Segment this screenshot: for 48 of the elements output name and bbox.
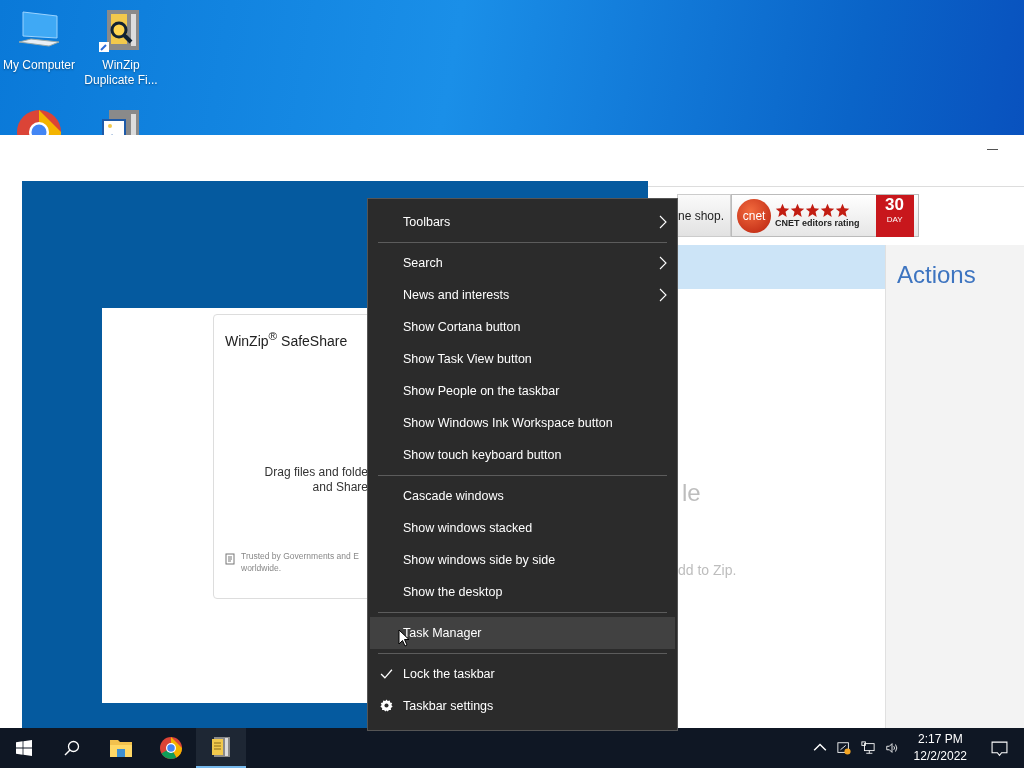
filled-star-icon <box>835 203 851 218</box>
menu-item[interactable]: Show windows side by side <box>370 544 675 576</box>
menu-item[interactable]: Task Manager <box>370 617 675 649</box>
drop-instruction: Drag files and folde <box>264 464 368 479</box>
menu-item[interactable]: Show Task View button <box>370 343 675 375</box>
rating-label: CNET editors rating <box>775 218 860 228</box>
faded-text: dd to Zip. <box>677 562 738 578</box>
menu-item[interactable]: News and interests <box>370 279 675 311</box>
zip-tray-icon[interactable] <box>836 741 851 755</box>
menu-item[interactable]: Show Windows Ink Workspace button <box>370 407 675 439</box>
trust-note: Trusted by Governments and E <box>241 549 359 562</box>
days-number: 30 <box>885 194 904 215</box>
notification-icon[interactable] <box>991 739 1008 757</box>
menu-item[interactable]: Show People on the taskbar <box>370 375 675 407</box>
filled-star-icon <box>775 203 791 218</box>
zip-archive-icon[interactable] <box>209 735 233 759</box>
actions-title: Actions <box>897 261 976 288</box>
menu-item[interactable]: Toolbars <box>370 206 675 238</box>
drop-instruction: and Share <box>312 479 368 494</box>
menu-item[interactable]: Search <box>370 247 675 279</box>
menu-item[interactable]: Cascade windows <box>370 480 675 512</box>
desktop-icon-label[interactable]: My Computer <box>0 58 78 73</box>
minimize-icon[interactable] <box>987 149 998 151</box>
menu-item[interactable]: Show windows stacked <box>370 512 675 544</box>
day-label: DAY <box>886 214 903 224</box>
chevron-right-icon <box>659 256 667 270</box>
trust-note: worldwide. <box>241 561 283 574</box>
card-title: WinZip$^{®}$ SafeShare <box>225 329 349 349</box>
cnet-logo: cnet <box>737 198 772 233</box>
menu-item[interactable]: Lock the taskbar <box>370 658 675 690</box>
menu-item[interactable]: Show touch keyboard button <box>370 439 675 471</box>
clock[interactable]: 2:17 PM 12/2/2022 <box>913 731 967 765</box>
menu-item[interactable]: Show Cortana button <box>370 311 675 343</box>
faded-heading: le <box>681 479 702 507</box>
ad-text: ne shop. <box>677 194 732 237</box>
chevron-right-icon <box>659 288 667 302</box>
chrome-icon[interactable] <box>159 736 183 760</box>
filled-star-icon <box>790 203 806 218</box>
settings-icon <box>380 699 393 712</box>
filled-star-icon <box>820 203 836 218</box>
menu-item[interactable]: Show the desktop <box>370 576 675 608</box>
desktop-icon-label[interactable]: WinZip Duplicate Fi... <box>82 58 160 88</box>
chevron-right-icon <box>659 215 667 229</box>
active-app-indicator[interactable] <box>196 728 246 768</box>
filled-star-icon <box>805 203 821 218</box>
menu-item[interactable]: Taskbar settings <box>370 690 675 722</box>
network-icon[interactable] <box>860 741 875 755</box>
volume-icon[interactable] <box>884 741 899 755</box>
